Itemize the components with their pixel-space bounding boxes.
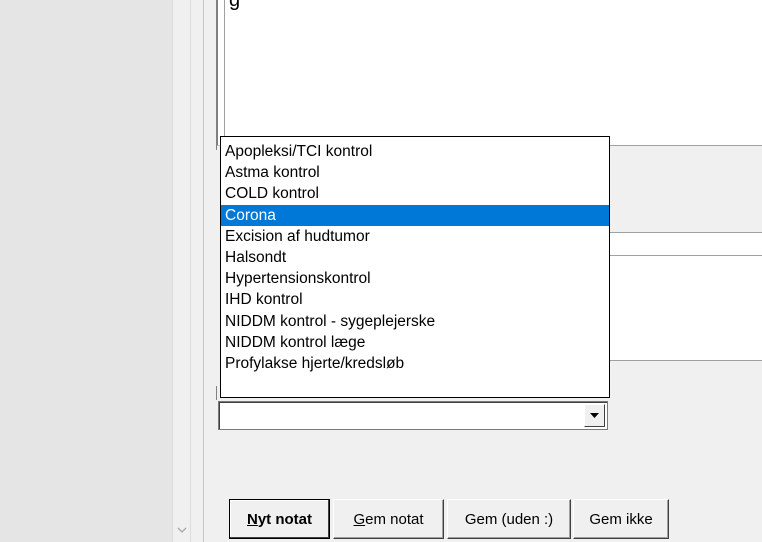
dropdown-option[interactable]: Hypertensionskontrol bbox=[221, 268, 609, 289]
field-divider bbox=[600, 145, 762, 146]
field-divider bbox=[600, 360, 762, 361]
note-field[interactable] bbox=[600, 232, 762, 255]
save-note-label: em notat bbox=[365, 510, 424, 528]
save-note-mnemonic: G bbox=[353, 510, 366, 528]
dropdown-option[interactable]: IHD kontrol bbox=[221, 289, 609, 310]
new-note-mnemonic: N bbox=[246, 510, 258, 528]
triangle-down-icon bbox=[590, 413, 599, 418]
field-divider bbox=[216, 140, 217, 150]
dropdown-option[interactable]: NIDDM kontrol læge bbox=[221, 332, 609, 353]
note-type-dropdown-list[interactable]: Apopleksi/TCI kontrol Astma kontrol COLD… bbox=[220, 136, 610, 398]
new-note-button[interactable]: Nyt notat bbox=[229, 499, 330, 539]
dropdown-option-selected[interactable]: Corona bbox=[221, 204, 609, 226]
dropdown-option[interactable]: Excision af hudtumor bbox=[221, 226, 609, 247]
dropdown-option[interactable]: NIDDM kontrol - sygeplejerske bbox=[221, 311, 609, 332]
discard-label: Gem ikke bbox=[589, 510, 653, 528]
save-without-button[interactable]: Gem (uden :) bbox=[447, 499, 571, 539]
note-type-combobox[interactable] bbox=[218, 401, 608, 430]
dropdown-option[interactable]: Astma kontrol bbox=[221, 162, 609, 183]
note-field[interactable] bbox=[600, 255, 762, 361]
discard-button[interactable]: Gem ikke bbox=[573, 499, 669, 539]
field-divider bbox=[216, 386, 217, 400]
chevron-down-icon[interactable] bbox=[173, 520, 190, 540]
vertical-scrollbar[interactable] bbox=[172, 0, 191, 542]
left-panel bbox=[0, 0, 172, 542]
page-title-fragment: g bbox=[229, 0, 241, 11]
note-text-area[interactable] bbox=[216, 0, 762, 146]
dropdown-option[interactable]: COLD kontrol bbox=[221, 183, 609, 204]
new-note-label: yt notat bbox=[257, 510, 312, 528]
dropdown-option[interactable]: Profylakse hjerte/kredsløb bbox=[221, 353, 609, 374]
panel-divider bbox=[203, 0, 204, 542]
save-note-button[interactable]: Gem notat bbox=[333, 499, 444, 539]
dropdown-option[interactable]: Apopleksi/TCI kontrol bbox=[221, 141, 609, 162]
dropdown-option[interactable]: Halsondt bbox=[221, 247, 609, 268]
save-without-label: Gem (uden :) bbox=[464, 510, 554, 528]
dropdown-button[interactable] bbox=[584, 404, 605, 427]
